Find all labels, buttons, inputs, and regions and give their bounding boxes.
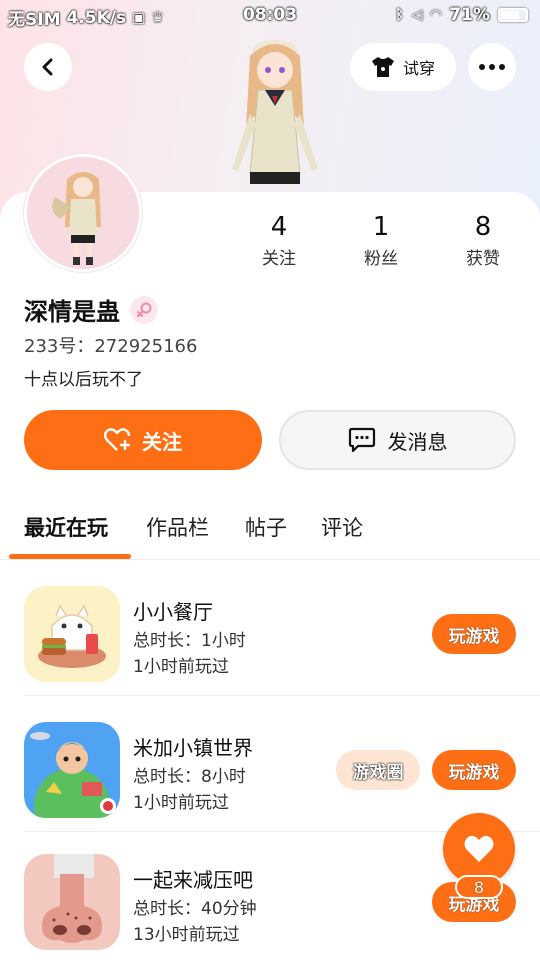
heart-plus-icon xyxy=(104,428,131,451)
stat-label: 获赞 xyxy=(466,249,500,269)
stat-label: 粉丝 xyxy=(364,249,398,269)
wifi-icon: ◠ xyxy=(430,7,442,23)
play-game-button[interactable]: 玩游戏 xyxy=(432,614,516,654)
tab-works[interactable]: 作品栏 xyxy=(146,512,209,542)
battery-percent: 71% xyxy=(449,5,490,25)
chevron-left-icon xyxy=(42,58,53,76)
message-label: 发消息 xyxy=(387,429,448,454)
username: 深情是蛊 xyxy=(24,298,120,326)
battery-icon xyxy=(498,8,528,22)
follow-label: 关注 xyxy=(142,429,182,454)
chat-bubble-icon xyxy=(348,427,375,453)
follow-button[interactable]: 关注 xyxy=(24,410,262,470)
game-last-played: 13小时前玩过 xyxy=(133,925,240,945)
send-message-button[interactable]: 发消息 xyxy=(279,410,516,470)
female-gender-icon xyxy=(130,295,158,324)
game-icon-relax-together xyxy=(24,854,120,950)
try-on-button[interactable]: 试穿 xyxy=(350,43,456,91)
game-name: 米加小镇世界 xyxy=(133,736,253,760)
game-name: 一起来减压吧 xyxy=(133,868,253,892)
mute-icon: ◁ xyxy=(411,7,423,23)
active-tab-indicator xyxy=(9,554,131,559)
bluetooth-icon: ᛒ xyxy=(395,7,404,23)
stat-following[interactable]: 4 关注 xyxy=(228,212,330,269)
stat-value: 8 xyxy=(474,212,492,242)
game-duration: 总时长：1小时 xyxy=(133,631,246,651)
game-last-played: 1小时前玩过 xyxy=(133,657,229,677)
stat-followers[interactable]: 1 粉丝 xyxy=(330,212,432,269)
stat-value: 4 xyxy=(270,212,288,242)
user-bio: 十点以后玩不了 xyxy=(24,370,143,390)
status-bar: 无SIM 4.5K/s ▣ ♛ 08:03 ᛒ ◁ ◠ 71% xyxy=(0,0,540,32)
stat-label: 关注 xyxy=(262,249,296,269)
avatar[interactable] xyxy=(24,154,142,272)
game-circle-button[interactable]: 游戏圈 xyxy=(336,750,420,790)
game-name: 小小餐厅 xyxy=(133,600,213,624)
like-count-badge: 8 xyxy=(455,875,503,899)
more-options-button[interactable] xyxy=(468,43,516,91)
list-item[interactable]: 小小餐厅 总时长：1小时 1小时前玩过 玩游戏 xyxy=(0,564,540,696)
stat-value: 1 xyxy=(372,212,390,242)
try-on-label: 试穿 xyxy=(402,59,435,78)
username-row: 深情是蛊 xyxy=(24,292,158,327)
back-button[interactable] xyxy=(24,43,72,91)
stat-likes[interactable]: 8 获赞 xyxy=(432,212,534,269)
game-icon-little-restaurant xyxy=(24,586,120,682)
heart-icon xyxy=(464,835,494,862)
game-last-played: 1小时前玩过 xyxy=(133,793,229,813)
divider xyxy=(24,695,540,696)
avatar-character-figure[interactable] xyxy=(220,34,330,194)
tshirt-icon xyxy=(371,57,394,77)
user-id: 233号：272925166 xyxy=(24,336,198,357)
tab-comments[interactable]: 评论 xyxy=(321,512,363,542)
profile-tabs: 最近在玩 作品栏 帖子 评论 xyxy=(0,506,540,560)
game-icon-miga-town xyxy=(24,722,120,818)
tab-posts[interactable]: 帖子 xyxy=(245,512,287,542)
tab-recently-played[interactable]: 最近在玩 xyxy=(24,512,108,542)
game-duration: 总时长：40分钟 xyxy=(133,899,257,919)
list-item[interactable]: 米加小镇世界 总时长：8小时 1小时前玩过 游戏圈 玩游戏 xyxy=(0,700,540,832)
play-game-button[interactable]: 玩游戏 xyxy=(432,750,516,790)
profile-stats: 4 关注 1 粉丝 8 获赞 xyxy=(228,212,540,269)
more-dots-icon xyxy=(479,64,505,70)
game-duration: 总时长：8小时 xyxy=(133,767,246,787)
